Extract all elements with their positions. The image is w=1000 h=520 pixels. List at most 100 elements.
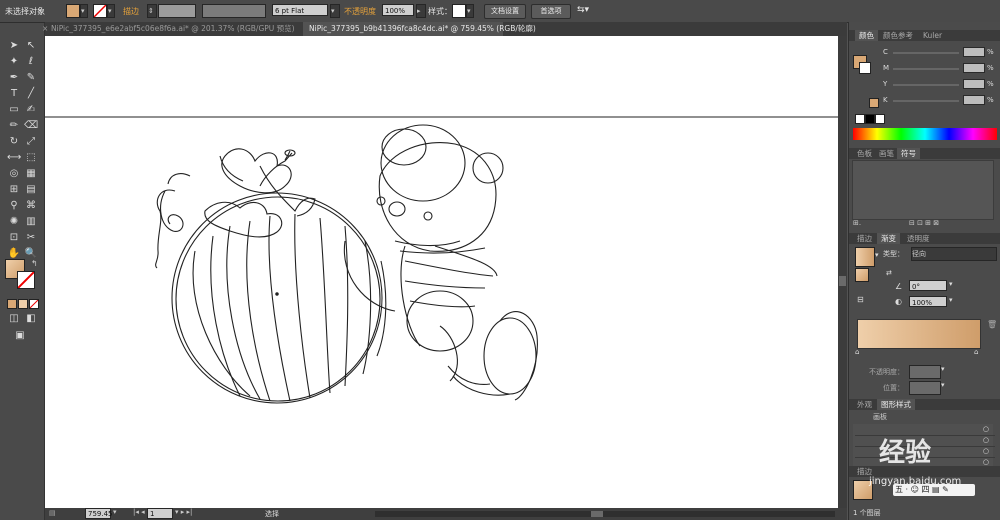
channel-k-field[interactable]	[963, 95, 985, 105]
visibility-icon[interactable]: ○	[983, 436, 989, 444]
page-field[interactable]: 1	[147, 508, 173, 519]
stroke-color-box[interactable]	[17, 271, 35, 289]
gradient-stroke-icon[interactable]: ⊟	[857, 295, 864, 304]
reverse-gradient-icon[interactable]: ⇄	[886, 269, 892, 277]
channel-k-slider[interactable]	[893, 100, 959, 102]
style-dropdown[interactable]: ▾	[466, 4, 474, 18]
style-swatch[interactable]	[452, 4, 466, 18]
blend-tool-icon[interactable]: ⌘	[24, 199, 38, 213]
gradient-stop-left[interactable]: ⌂	[855, 348, 859, 356]
opacity-dropdown[interactable]: ▸	[416, 4, 426, 18]
variable-width-profile[interactable]	[202, 4, 266, 18]
line-tool-icon[interactable]: ╱	[24, 87, 38, 101]
channel-y-slider[interactable]	[893, 84, 959, 86]
free-transform-tool-icon[interactable]: ⬚	[24, 151, 38, 165]
horizontal-scrollbar[interactable]	[375, 511, 835, 517]
gradient-preview-dropdown-icon[interactable]: ▾	[875, 251, 879, 259]
stroke-weight-stepper[interactable]: ⇕	[147, 4, 157, 18]
white-swatch[interactable]	[875, 114, 885, 124]
fill-dropdown[interactable]: ▾	[80, 4, 88, 18]
gradient-stop-right[interactable]: ⌂	[974, 348, 978, 356]
close-icon[interactable]: ×	[42, 22, 48, 36]
symbol-actions-icons[interactable]: ⊟ ⊡ ⊞ ⊠	[909, 219, 939, 227]
color-spectrum-bar[interactable]	[853, 128, 997, 140]
tab-document-2[interactable]: NiPic_377395_b9b41396fca8c4dc.ai* @ 759.…	[303, 22, 536, 36]
curvature-tool-icon[interactable]: ✎	[24, 71, 38, 85]
width-tool-icon[interactable]: ⟷	[7, 151, 21, 165]
tab-kuler[interactable]: Kuler	[919, 30, 946, 41]
eyedropper-tool-icon[interactable]: ⚲	[7, 199, 21, 213]
scrollbar-thumb[interactable]	[839, 276, 846, 286]
tab-color-guide[interactable]: 颜色参考	[879, 30, 917, 41]
scrollbar-thumb[interactable]	[591, 511, 603, 517]
channel-m-slider[interactable]	[893, 68, 959, 70]
draw-inside-icon[interactable]: ◧	[24, 312, 38, 326]
black-swatch[interactable]	[865, 114, 875, 124]
stop-opacity-field[interactable]	[909, 365, 941, 379]
angle-field[interactable]: 0°	[909, 280, 947, 291]
zoom-menu-icon[interactable]: ▤	[49, 509, 56, 517]
stop-position-field[interactable]	[909, 381, 941, 395]
delete-stop-icon[interactable]: 🗑	[987, 320, 997, 329]
direct-selection-tool-icon[interactable]: ↖	[24, 39, 38, 53]
artboard-row-label[interactable]: 画板	[873, 412, 887, 422]
brush-definition[interactable]: 6 pt Flat	[272, 4, 328, 16]
tab-color[interactable]: 颜色	[855, 30, 878, 41]
gradient-mode-button[interactable]	[18, 299, 28, 309]
gradient-fill-box[interactable]	[855, 268, 869, 282]
gradient-preview[interactable]	[855, 247, 875, 267]
tab-graphic-styles[interactable]: 图形样式	[877, 399, 915, 410]
column-graph-tool-icon[interactable]: ▥	[24, 215, 38, 229]
stop-position-dropdown-icon[interactable]: ▾	[941, 381, 945, 389]
color-mode-button[interactable]	[7, 299, 17, 309]
last-color-swatch[interactable]	[869, 98, 879, 108]
swap-colors-icon[interactable]: ↰	[31, 259, 38, 268]
stroke-swatch[interactable]	[93, 4, 107, 18]
arrange-documents-icon[interactable]: ⇆▾	[577, 5, 589, 15]
channel-c-field[interactable]	[963, 47, 985, 57]
brush-dropdown[interactable]: ▾	[330, 4, 340, 18]
gradient-tool-icon[interactable]: ▤	[24, 183, 38, 197]
none-mode-button[interactable]	[29, 299, 39, 309]
tab-transparency[interactable]: 透明度	[903, 233, 934, 244]
aspect-ratio-field[interactable]: 100%	[909, 296, 947, 307]
symbol-library-icon[interactable]: ⊞.	[853, 219, 861, 227]
channel-c-slider[interactable]	[893, 52, 959, 54]
tab-gradient[interactable]: 渐变	[877, 233, 900, 244]
fill-swatch[interactable]	[66, 4, 80, 18]
slice-tool-icon[interactable]: ✂	[24, 231, 38, 245]
rotate-tool-icon[interactable]: ↻	[7, 135, 21, 149]
type-tool-icon[interactable]: T	[7, 87, 21, 101]
rectangle-tool-icon[interactable]: ▭	[7, 103, 21, 117]
screen-mode-icon[interactable]: ▣	[13, 329, 27, 343]
channel-m-field[interactable]	[963, 63, 985, 73]
vertical-scrollbar[interactable]	[838, 36, 847, 508]
perspective-grid-tool-icon[interactable]: ▦	[24, 167, 38, 181]
tab-stroke[interactable]: 描边	[853, 233, 876, 244]
paintbrush-tool-icon[interactable]: ✍	[24, 103, 38, 117]
document-setup-button[interactable]: 文档设置	[484, 4, 526, 19]
visibility-icon[interactable]: ○	[983, 425, 989, 433]
tab-symbols[interactable]: 符号	[897, 148, 920, 159]
scale-tool-icon[interactable]: ⤢	[24, 135, 38, 149]
zoom-field[interactable]: 759.45	[85, 508, 113, 519]
visibility-icon[interactable]: ○	[983, 458, 989, 466]
tab-appearance[interactable]: 外观	[853, 399, 876, 410]
channel-y-field[interactable]	[963, 79, 985, 89]
visibility-icon[interactable]: ○	[983, 447, 989, 455]
first-page-icon[interactable]: |◂ ◂	[133, 508, 145, 516]
shape-builder-tool-icon[interactable]: ◎	[7, 167, 21, 181]
aspect-ratio-dropdown-icon[interactable]: ▾	[949, 296, 953, 304]
opacity-field[interactable]: 100%	[382, 4, 414, 16]
pencil-tool-icon[interactable]: ✏	[7, 119, 21, 133]
angle-dropdown-icon[interactable]: ▾	[949, 280, 953, 288]
zoom-dropdown-icon[interactable]: ▾	[113, 508, 117, 516]
color-stroke-box[interactable]	[859, 62, 871, 74]
lasso-tool-icon[interactable]: ℓ	[24, 55, 38, 69]
mesh-tool-icon[interactable]: ⊞	[7, 183, 21, 197]
tab-brushes[interactable]: 画笔	[875, 148, 898, 159]
magic-wand-tool-icon[interactable]: ✦	[7, 55, 21, 69]
none-swatch[interactable]	[855, 114, 865, 124]
symbol-sprayer-tool-icon[interactable]: ✺	[7, 215, 21, 229]
preferences-button[interactable]: 首选项	[531, 4, 571, 19]
